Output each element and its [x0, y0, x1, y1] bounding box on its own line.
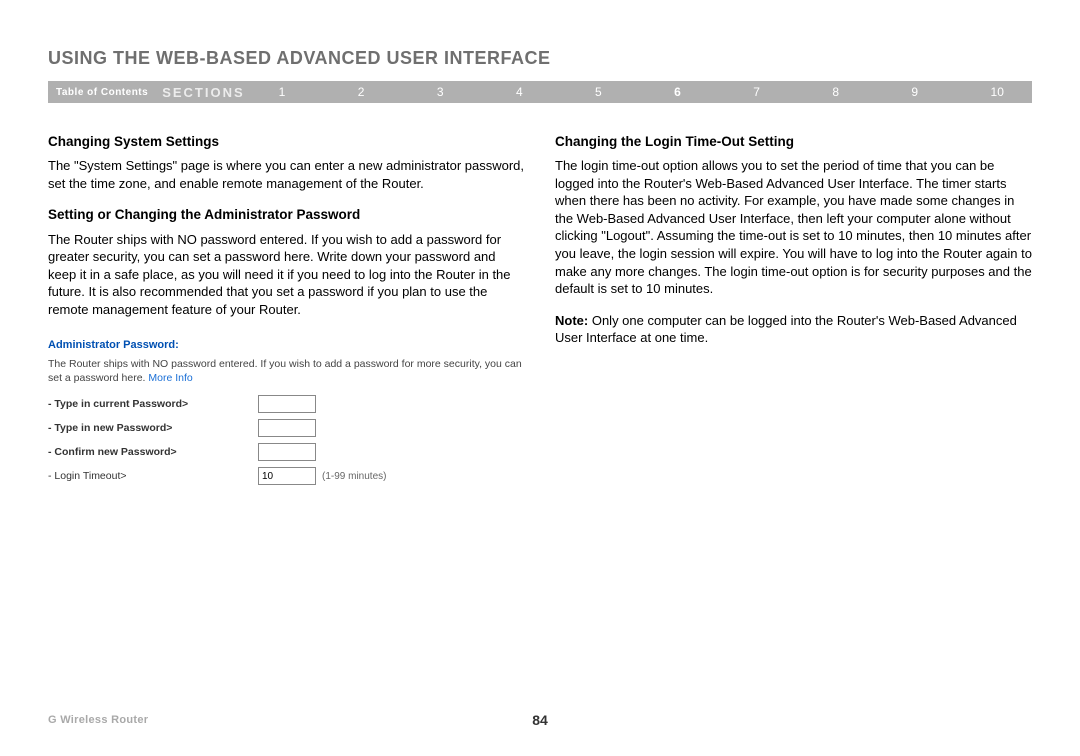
nav-section-8[interactable]: 8	[828, 85, 843, 99]
input-current-password[interactable]	[258, 395, 316, 413]
row-confirm-password: - Confirm new Password>	[48, 443, 525, 461]
row-current-password: - Type in current Password>	[48, 395, 525, 413]
label-confirm-password: - Confirm new Password>	[48, 445, 258, 459]
footer-product: G Wireless Router	[48, 714, 148, 726]
para-note: Note: Only one computer can be logged in…	[555, 312, 1032, 347]
nav-numbers: 1 2 3 4 5 6 7 8 9 10	[275, 85, 1028, 99]
input-login-timeout[interactable]	[258, 467, 316, 485]
nav-section-4[interactable]: 4	[512, 85, 527, 99]
nav-section-3[interactable]: 3	[433, 85, 448, 99]
nav-sections-label: SECTIONS	[162, 85, 274, 100]
note-label: Note:	[555, 313, 592, 328]
nav-toc[interactable]: Table of Contents	[52, 87, 162, 98]
hint-login-timeout: (1-99 minutes)	[322, 470, 386, 484]
right-column: Changing the Login Time-Out Setting The …	[555, 133, 1032, 491]
para-login-timeout: The login time-out option allows you to …	[555, 157, 1032, 297]
panel-desc-text: The Router ships with NO password entere…	[48, 358, 522, 384]
footer-page-number: 84	[532, 712, 548, 728]
page-footer: G Wireless Router 84	[48, 714, 1032, 726]
label-new-password: - Type in new Password>	[48, 421, 258, 435]
label-login-timeout: - Login Timeout>	[48, 469, 258, 483]
admin-password-panel: Administrator Password: The Router ships…	[48, 338, 525, 485]
row-new-password: - Type in new Password>	[48, 419, 525, 437]
para-system-settings: The "System Settings" page is where you …	[48, 157, 525, 192]
row-login-timeout: - Login Timeout> (1-99 minutes)	[48, 467, 525, 485]
content-columns: Changing System Settings The "System Set…	[48, 133, 1032, 491]
nav-section-5[interactable]: 5	[591, 85, 606, 99]
section-navbar: Table of Contents SECTIONS 1 2 3 4 5 6 7…	[48, 81, 1032, 103]
nav-section-1[interactable]: 1	[275, 85, 290, 99]
panel-desc: The Router ships with NO password entere…	[48, 357, 525, 385]
heading-system-settings: Changing System Settings	[48, 133, 525, 151]
nav-section-10[interactable]: 10	[987, 85, 1008, 99]
nav-section-6[interactable]: 6	[670, 85, 685, 99]
heading-admin-password: Setting or Changing the Administrator Pa…	[48, 206, 525, 224]
nav-section-2[interactable]: 2	[354, 85, 369, 99]
note-body: Only one computer can be logged into the…	[555, 313, 1017, 346]
page-title: USING THE WEB-BASED ADVANCED USER INTERF…	[48, 48, 1032, 69]
more-info-link[interactable]: More Info	[148, 372, 192, 384]
input-confirm-password[interactable]	[258, 443, 316, 461]
input-new-password[interactable]	[258, 419, 316, 437]
left-column: Changing System Settings The "System Set…	[48, 133, 525, 491]
heading-login-timeout: Changing the Login Time-Out Setting	[555, 133, 1032, 151]
panel-title: Administrator Password:	[48, 338, 525, 353]
label-current-password: - Type in current Password>	[48, 397, 258, 411]
para-admin-password: The Router ships with NO password entere…	[48, 231, 525, 319]
nav-section-9[interactable]: 9	[907, 85, 922, 99]
nav-section-7[interactable]: 7	[749, 85, 764, 99]
